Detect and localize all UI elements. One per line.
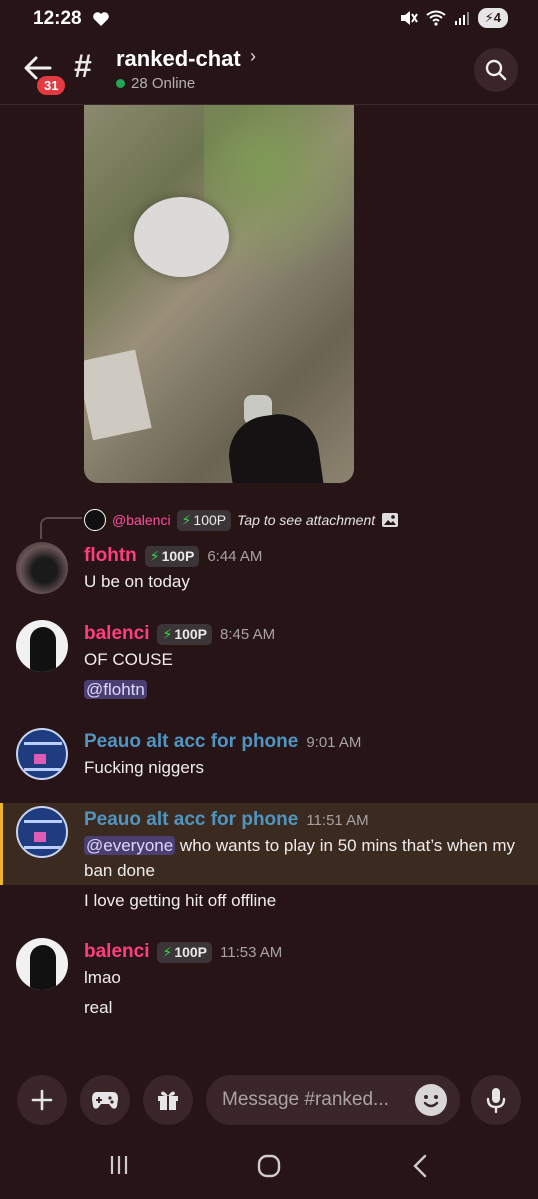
message-header: balenci ⚡ 100P 8:45 AM [84,623,275,645]
message-text: OF COUSE [84,650,173,669]
status-time: 12:28 [33,8,82,29]
video-grass [204,105,354,305]
bolt-icon: ⚡ [162,625,173,642]
bolt-icon: ⚡ [149,547,160,564]
reply-connector [40,517,82,539]
avatar-detail [24,768,62,771]
gamepad-icon [92,1092,118,1109]
avatar-peauo[interactable] [16,728,68,780]
message-text: real [84,998,113,1017]
user-tag-text: 100P [174,626,208,642]
avatar-detail [34,832,46,842]
hash-icon: # [74,48,92,84]
avatar-balenci[interactable] [16,620,68,672]
message-text: ban done [84,861,155,880]
reply-tag-text: 100P [193,512,227,528]
timestamp: 11:53 AM [220,943,283,961]
add-button[interactable] [17,1075,67,1125]
avatar-figure [30,627,56,672]
author-name[interactable]: flohtn [84,545,137,567]
back-icon[interactable] [410,1154,430,1178]
user-tag: ⚡ 100P [157,941,213,963]
message-text: Fucking niggers [84,758,205,777]
microphone-icon [486,1088,506,1113]
mute-icon [400,11,418,25]
video-attachment[interactable] [84,105,354,483]
gift-icon [158,1091,178,1110]
status-bar: 12:28 ⚡4 [0,0,538,38]
user-tag: ⚡ 100P [157,623,213,645]
author-name[interactable]: Peauo alt acc for phone [84,731,298,753]
message-header: Peauo alt acc for phone 9:01 AM [84,731,361,753]
reply-text: Tap to see attachment [237,512,376,528]
video-rock [84,349,152,441]
avatar-detail [24,846,62,849]
unread-badge: 31 [35,74,68,97]
message-text-part: who wants to play in 50 mins that’s when… [175,836,516,855]
avatar-figure [30,945,56,990]
reply-mention[interactable]: @balenci [112,512,171,528]
image-icon [382,513,399,527]
system-nav-bar [0,1140,538,1199]
gift-button[interactable] [143,1075,193,1125]
message-text: U be on today [84,572,190,591]
mention[interactable]: @everyone [84,836,176,855]
avatar-balenci[interactable] [16,938,68,990]
message-mention-line: @flohtn [84,677,147,702]
activities-button[interactable] [80,1075,130,1125]
avatar-detail [24,820,62,823]
emoji-icon[interactable] [415,1084,447,1116]
recent-apps-icon[interactable] [108,1154,130,1176]
video-plate [134,197,229,277]
message-placeholder: Message #ranked... [222,1089,389,1110]
message-text: I love getting hit off offline [84,891,277,910]
channel-header: 31 # ranked-chat › 28 Online [0,38,538,105]
author-name[interactable]: balenci [84,941,149,963]
message-text: @everyone who wants to play in 50 mins t… [84,833,515,858]
user-tag-text: 100P [161,548,195,564]
battery-indicator: ⚡4 [477,8,508,28]
timestamp: 6:44 AM [207,547,263,565]
video-leg [223,409,325,483]
avatar-detail [24,742,62,745]
heart-icon [93,12,109,26]
channel-name[interactable]: ranked-chat [116,46,241,72]
message-header: Peauo alt acc for phone 11:51 AM [84,809,369,831]
status-icons: ⚡4 [400,8,508,28]
bolt-icon: ⚡ [162,943,173,960]
reply-reference[interactable]: @balenci ⚡ 100P Tap to see attachment [84,509,399,531]
search-button[interactable] [474,48,518,92]
search-icon [485,59,507,81]
battery-level: 4 [493,10,501,25]
home-icon[interactable] [257,1154,281,1178]
plus-icon [31,1089,53,1111]
reply-avatar [84,509,106,531]
message-header: flohtn ⚡ 100P 6:44 AM [84,545,262,567]
avatar-flohtn[interactable] [16,542,68,594]
message-header: balenci ⚡ 100P 11:53 AM [84,941,282,963]
online-dot [116,79,125,88]
avatar-peauo[interactable] [16,806,68,858]
timestamp: 11:51 AM [306,811,369,829]
voice-button[interactable] [471,1075,521,1125]
wifi-icon [426,10,446,26]
author-name[interactable]: Peauo alt acc for phone [84,809,298,831]
user-tag: ⚡ 100P [144,545,200,567]
signal-icon [454,12,469,25]
message-text: lmao [84,968,121,987]
online-count: 28 Online [116,75,195,92]
timestamp: 8:45 AM [220,625,276,643]
mention[interactable]: @flohtn [84,680,147,699]
reply-tag: ⚡ 100P [176,509,232,531]
online-text: 28 Online [131,75,196,92]
user-tag-text: 100P [174,944,208,960]
bolt-icon: ⚡ [181,511,192,528]
timestamp: 9:01 AM [306,733,362,751]
author-name[interactable]: balenci [84,623,149,645]
chevron-right-icon[interactable]: › [250,46,256,67]
avatar-detail [34,754,46,764]
